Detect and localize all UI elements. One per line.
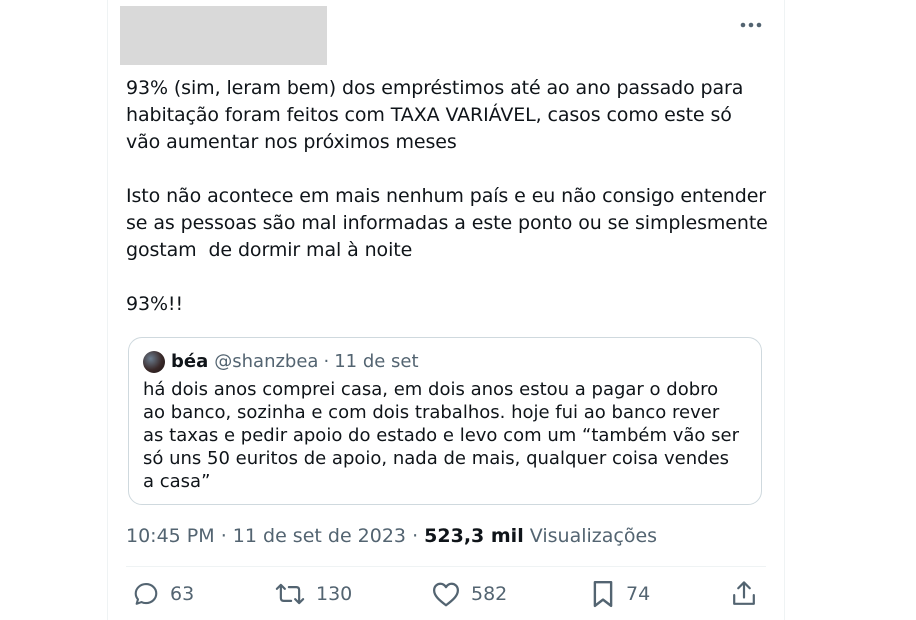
share-button[interactable] [730, 577, 758, 611]
avatar[interactable] [143, 351, 165, 373]
more-options-button[interactable] [734, 10, 768, 40]
views-label: Visualizações [529, 525, 658, 547]
retweet-icon [275, 583, 305, 605]
quoted-tweet-header: béa @shanzbea · 11 de set [143, 351, 419, 373]
separator-dot: · [412, 525, 419, 547]
quoted-tweet-text: há dois anos comprei casa, em dois anos … [143, 379, 739, 492]
separator-dot: · [220, 525, 227, 547]
quoted-tweet-date[interactable]: 11 de set [334, 351, 418, 373]
bookmark-icon [593, 580, 613, 608]
reply-button[interactable]: 63 [132, 577, 194, 611]
reply-icon [134, 583, 158, 605]
tweet-text: 93% (sim, leram bem) dos empréstimos até… [126, 77, 768, 315]
retweet-button[interactable]: 130 [274, 577, 352, 611]
reply-count: 63 [170, 583, 195, 605]
tweet-date[interactable]: 11 de set de 2023 [233, 525, 406, 547]
share-icon [733, 581, 755, 605]
separator-dot: · [323, 351, 330, 372]
quoted-author-handle[interactable]: @shanzbea [214, 351, 318, 373]
bookmark-count: 74 [626, 583, 651, 605]
divider [126, 566, 766, 567]
tweet-time[interactable]: 10:45 PM [126, 525, 215, 547]
retweet-count: 130 [316, 583, 353, 605]
views-count: 523,3 mil [424, 525, 524, 547]
tweet-meta: 10:45 PM · 11 de set de 2023 · 523,3 mil… [126, 524, 657, 548]
more-horizontal-icon [740, 22, 762, 28]
like-count: 582 [471, 583, 508, 605]
redacted-author-block [120, 6, 327, 65]
like-button[interactable]: 582 [431, 577, 507, 611]
bookmark-button[interactable]: 74 [590, 577, 650, 611]
quoted-tweet[interactable]: béa @shanzbea · 11 de set há dois anos c… [128, 337, 762, 505]
quoted-author-name[interactable]: béa [171, 351, 208, 373]
heart-icon [433, 582, 459, 607]
